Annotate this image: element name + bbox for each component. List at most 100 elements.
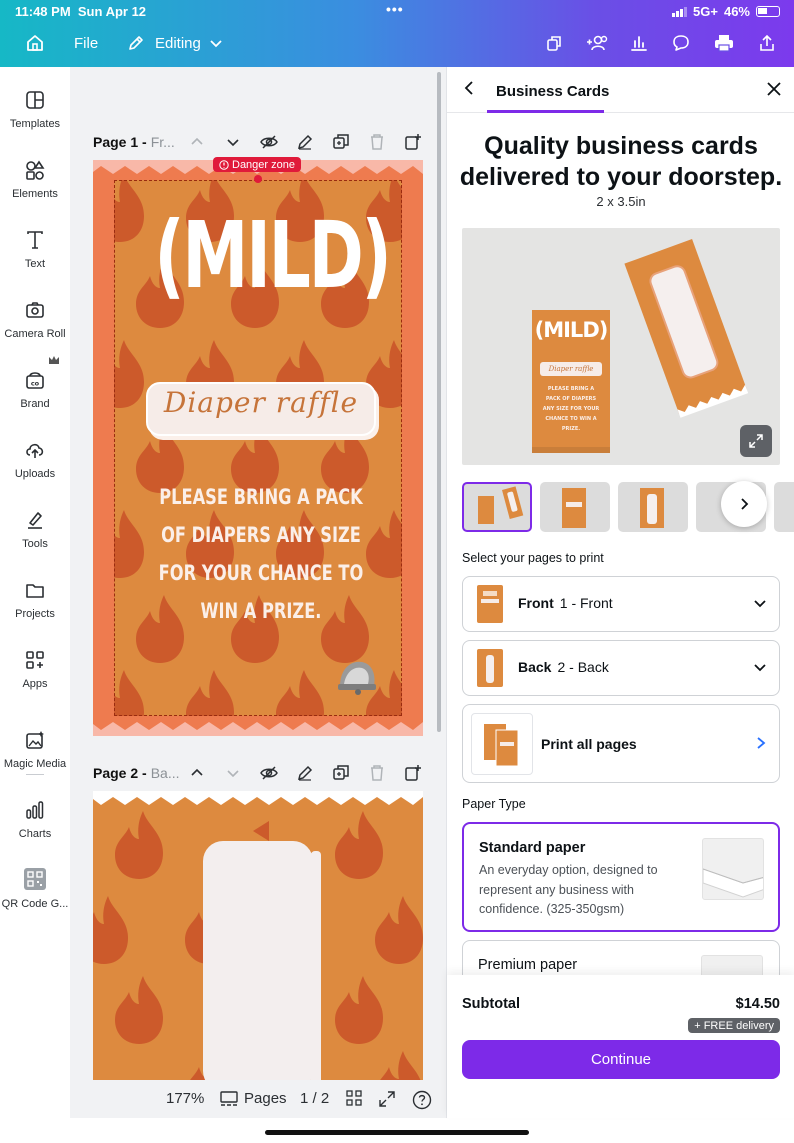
top-bar: 11:48 PM Sun Apr 12 ••• 5G+ 46% File Edi… (0, 0, 794, 67)
sidebar-item-label: Tools (22, 538, 48, 550)
select-pages-label: Select your pages to print (462, 551, 604, 565)
page-counter[interactable]: 1 / 2 (300, 1090, 329, 1107)
resize-icon[interactable] (541, 30, 567, 56)
elements-icon (26, 160, 45, 180)
print-icon[interactable] (711, 30, 737, 56)
page-option-back[interactable]: Back 2 - Back (462, 640, 780, 696)
raffle-label-text[interactable]: Diaper raffle (146, 386, 376, 419)
page-1-subtitle[interactable]: Fr... (151, 134, 175, 150)
standard-paper-title: Standard paper (479, 840, 586, 856)
pages-icon (220, 1090, 238, 1106)
sidebar-item-label: Brand (20, 398, 50, 410)
back-option-label: Back 2 - Back (518, 659, 609, 675)
design-body-text[interactable]: PLEASE BRING A PACK OF DIAPERS ANY SIZE … (157, 478, 365, 630)
close-icon[interactable] (765, 80, 783, 103)
page-move-up-icon[interactable] (187, 132, 207, 152)
home-icon[interactable] (22, 30, 48, 56)
hide-page-icon[interactable] (259, 763, 279, 783)
share-icon[interactable] (754, 30, 780, 56)
card-dimensions: 2 x 3.5in (596, 194, 646, 209)
sidebar-item-apps[interactable]: Apps (0, 649, 70, 690)
sidebar-item-templates[interactable]: Templates (0, 89, 70, 130)
front-option-label: Front 1 - Front (518, 595, 613, 611)
add-note-icon[interactable] (295, 763, 315, 783)
sidebar-item-brand[interactable]: co Brand (0, 356, 70, 410)
thumbnail-5[interactable] (774, 482, 794, 532)
sidebar-item-label: QR Code G... (1, 898, 69, 910)
battery-label: 46% (723, 4, 750, 19)
continue-button[interactable]: Continue (462, 1040, 780, 1079)
fullscreen-icon[interactable] (378, 1090, 396, 1108)
help-icon[interactable] (412, 1090, 432, 1110)
sidebar-item-label: Uploads (14, 468, 56, 480)
page-2-canvas[interactable] (93, 791, 423, 1081)
status-time: 11:48 PM Sun Apr 12 (15, 4, 147, 19)
sidebar-item-camera-roll[interactable]: Camera Roll (0, 299, 70, 340)
editing-mode-button[interactable]: Editing (126, 28, 223, 58)
paper-option-standard[interactable]: Standard paper An everyday option, desig… (462, 822, 780, 932)
product-preview-image[interactable]: (MILD) Diaper raffle PLEASE BRING A PACK… (462, 228, 780, 465)
paper-type-label: Paper Type (462, 797, 526, 811)
standard-paper-description: An everyday option, designed to represen… (479, 863, 658, 916)
grid-view-icon[interactable] (346, 1090, 362, 1106)
text-icon (27, 231, 43, 249)
duplicate-page-icon[interactable] (331, 132, 351, 152)
delete-page-icon[interactable] (367, 132, 387, 152)
page-move-down-icon[interactable] (223, 132, 243, 152)
thumbnail-next-button[interactable] (721, 481, 767, 527)
sidebar-item-projects[interactable]: Projects (0, 579, 70, 620)
multitasking-dots-icon[interactable]: ••• (386, 1, 404, 17)
expand-preview-button[interactable] (740, 425, 772, 457)
qr-code-icon (24, 868, 46, 890)
sidebar-item-label: Templates (9, 118, 61, 130)
mockup-body: PLEASE BRING A PACK OF DIAPERS ANY SIZE … (542, 386, 600, 432)
add-page-icon[interactable] (403, 132, 423, 152)
page-2-name[interactable]: Page 2 - (93, 765, 147, 781)
analytics-icon[interactable] (626, 30, 652, 56)
page-2-subtitle[interactable]: Ba... (151, 765, 180, 781)
checkout-footer: Subtotal $14.50 + FREE delivery Continue (447, 975, 794, 1118)
add-page-icon[interactable] (403, 763, 423, 783)
file-menu-button[interactable]: File (74, 28, 98, 58)
danger-zone-text: Danger zone (232, 158, 295, 171)
sidebar-item-tools[interactable]: Tools (0, 509, 70, 550)
pages-label: Pages (244, 1090, 287, 1107)
sidebar-item-charts[interactable]: Charts (0, 799, 70, 840)
sidebar-item-magic-media[interactable]: Magic Media (0, 729, 70, 770)
charts-icon (26, 801, 44, 819)
home-indicator[interactable] (265, 1130, 529, 1135)
add-people-icon[interactable] (584, 30, 610, 56)
thumbnail-3[interactable] (618, 482, 688, 532)
hide-page-icon[interactable] (259, 132, 279, 152)
add-note-icon[interactable] (295, 132, 315, 152)
status-bar: 11:48 PM Sun Apr 12 ••• 5G+ 46% (0, 0, 794, 22)
delete-page-icon[interactable] (367, 763, 387, 783)
sidebar-item-uploads[interactable]: Uploads (0, 439, 70, 480)
sidebar-item-elements[interactable]: Elements (0, 159, 70, 200)
page-1-name[interactable]: Page 1 - (93, 134, 147, 150)
page-option-front[interactable]: Front 1 - Front (462, 576, 780, 632)
body-line: OF DIAPERS ANY SIZE (161, 523, 361, 547)
zoom-level[interactable]: 177% (166, 1090, 204, 1107)
duplicate-page-icon[interactable] (331, 763, 351, 783)
comment-icon[interactable] (668, 30, 694, 56)
sidebar-item-label: Charts (18, 828, 52, 840)
design-headline[interactable]: (MILD) (154, 186, 392, 326)
thumbnail-1[interactable] (462, 482, 532, 532)
back-arrow-icon[interactable] (461, 80, 477, 101)
sidebar-item-label: Projects (15, 608, 55, 620)
panel-headline: Quality business cards delivered to your… (459, 132, 783, 191)
page-move-up-icon[interactable] (187, 763, 207, 783)
page-move-down-icon[interactable] (223, 763, 243, 783)
warning-icon (219, 159, 229, 170)
mockup-back-card (532, 239, 749, 453)
page-option-print-all[interactable]: Print all pages (462, 704, 780, 783)
sidebar-item-qr-code[interactable]: QR Code G... (0, 867, 70, 910)
sidebar-item-text[interactable]: Text (0, 229, 70, 270)
expand-icon (749, 434, 763, 448)
bell-logo-icon[interactable] (334, 656, 380, 696)
thumbnail-2[interactable] (540, 482, 610, 532)
pages-button[interactable]: Pages (220, 1090, 287, 1107)
canvas-scrollbar[interactable] (437, 72, 441, 732)
panel-title-underline (487, 110, 604, 113)
